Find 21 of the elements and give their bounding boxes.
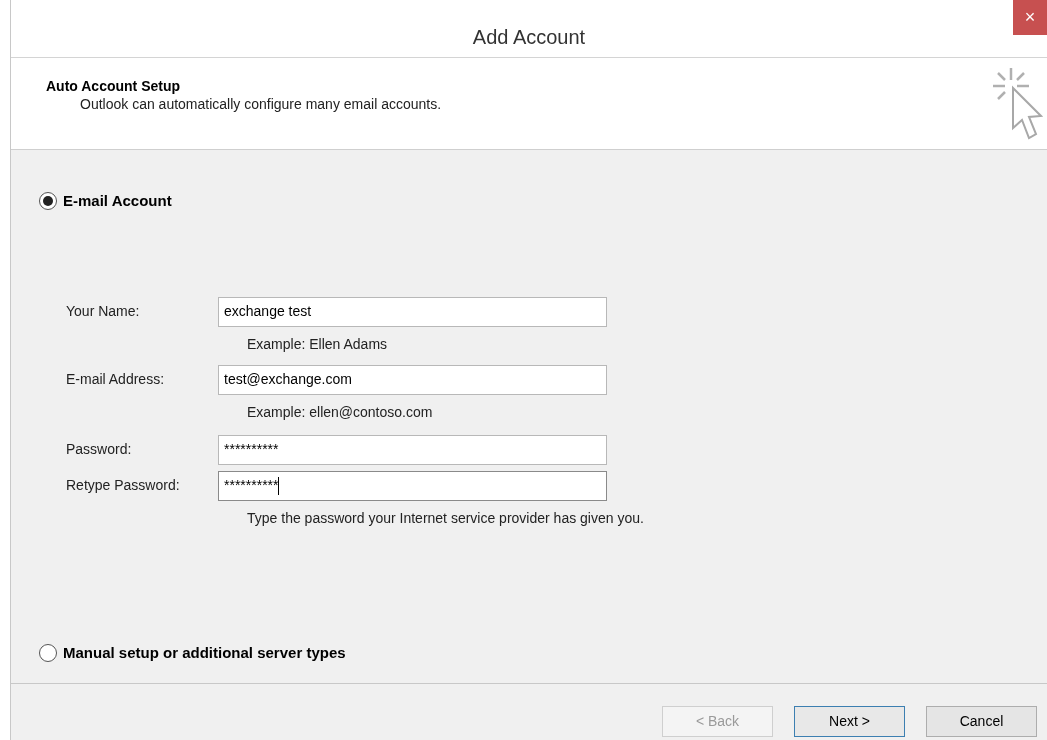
header-title: Auto Account Setup — [46, 77, 182, 95]
close-button[interactable]: × — [1013, 0, 1047, 35]
input-field[interactable]: ********** — [218, 434, 607, 465]
hint-text: Type the password your Internet service provider has given you. — [247, 508, 645, 528]
radio-button[interactable] — [39, 643, 57, 662]
field-label: E-mail Address: — [65, 370, 166, 389]
field-label: Password: — [65, 440, 133, 459]
header-subtitle: Outlook can automatically configure many email accounts. — [79, 95, 442, 113]
input-field[interactable]: exchange test — [218, 296, 607, 327]
dialog-button[interactable]: Cancel — [926, 706, 1037, 737]
hint-text: Example: Ellen Adams — [247, 334, 389, 354]
field-label: Retype Password: — [65, 476, 181, 495]
dialog-button[interactable]: Next > — [794, 706, 905, 737]
radio-label[interactable]: Manual setup or additional server types — [63, 641, 346, 664]
window-title: Add Account — [471, 25, 587, 50]
radio-button[interactable] — [39, 192, 57, 211]
radio-label[interactable]: E-mail Account — [63, 190, 172, 213]
input-field[interactable]: ********** — [218, 470, 607, 501]
input-field[interactable]: test@exchange.com — [218, 364, 607, 395]
hint-text: Example: ellen@contoso.com — [247, 402, 434, 422]
field-label: Your Name: — [65, 302, 141, 321]
